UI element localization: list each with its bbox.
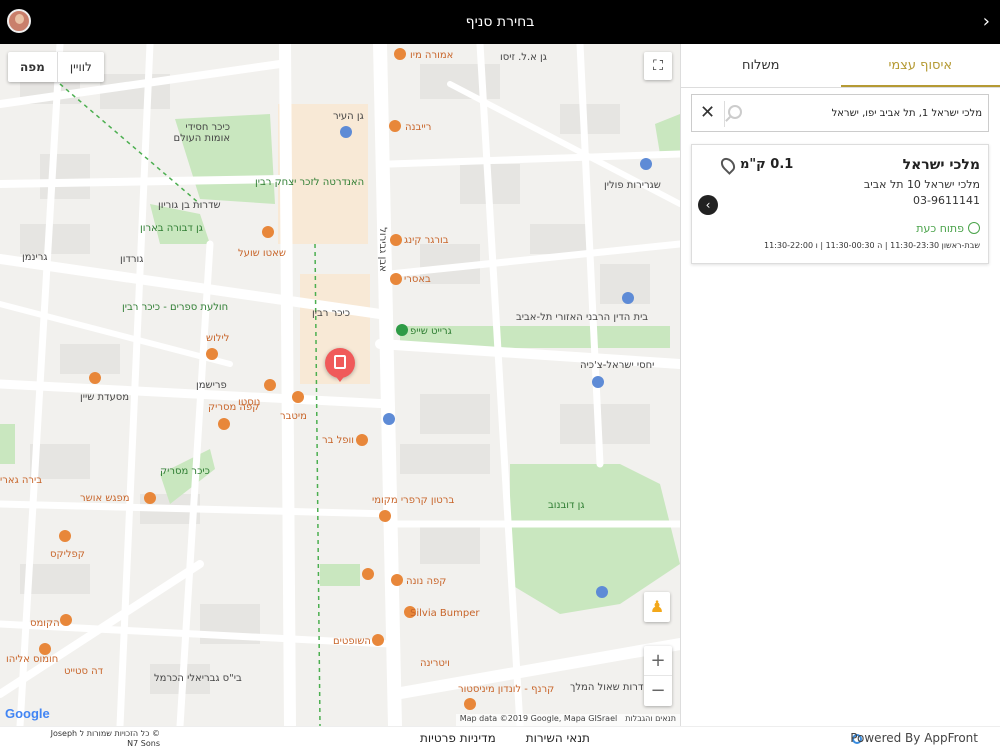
map-label: גן א.ל. זיסו xyxy=(500,52,547,63)
map-attribution: Map data ©2019 Google, Mapa GISrael תנאי… xyxy=(455,714,680,726)
map-data-text: Map data ©2019 Google, Mapa GISrael xyxy=(459,714,618,723)
footer-links: מדיניות פרטיות תנאי השירות xyxy=(420,731,590,745)
map-label: ויטרינה xyxy=(420,658,450,669)
terms-link[interactable]: תנאי השירות xyxy=(526,731,590,745)
map-terms-link[interactable]: תנאים והגבלות xyxy=(625,714,676,726)
map-label: גן דבורה בארון xyxy=(140,223,203,234)
map-type-control: מפה לוויין xyxy=(8,52,104,82)
privacy-link[interactable]: מדיניות פרטיות xyxy=(420,731,496,745)
map-label: אמורה מיו xyxy=(410,50,454,61)
google-logo: Google xyxy=(5,706,50,721)
map-label: גורדון xyxy=(120,254,144,265)
branch-phone[interactable]: 03-9611141 xyxy=(913,194,980,207)
search-icon xyxy=(728,105,742,119)
map-label: שדרות בן גוריון xyxy=(158,200,221,211)
chevron-left-icon[interactable]: ‹ xyxy=(698,195,718,215)
map-label: חומוס אליהו xyxy=(6,654,59,665)
map-label: Silvia Bumper xyxy=(410,608,480,619)
map-label: וופל בר xyxy=(322,435,354,446)
map-label: שאטו שועל xyxy=(238,248,286,259)
branch-address: מלכי ישראל 10 תל אביב xyxy=(863,178,980,191)
top-bar: בחירת סניף › xyxy=(0,0,1000,44)
map-label: שגרירות פולין xyxy=(604,180,661,191)
map-label: האנדרטה לזכר יצחק רבין xyxy=(255,177,365,188)
branch-name: מלכי ישראל xyxy=(902,157,980,173)
map-label: גן דובנוב xyxy=(548,500,585,511)
map-label: כיכר חסידי אומות העולם xyxy=(173,122,230,144)
map-label: כיכר מסריק xyxy=(160,466,210,477)
delivery-tabs: משלוח איסוף עצמי xyxy=(681,44,1000,88)
opening-hours: שבת-ראשון 11:30-23:30 | ה 11:30-00:30 | … xyxy=(764,241,980,250)
map-label: לילוש xyxy=(206,333,230,344)
map-label: אבן גבירול xyxy=(376,227,388,272)
map-label: יחסי ישראל-צ'כיה xyxy=(580,360,655,371)
map-type-map[interactable]: מפה xyxy=(8,52,58,82)
powered-by[interactable]: Powered By AppFront xyxy=(850,731,978,745)
branch-distance: 0.1 ק"מ xyxy=(740,157,794,172)
clear-icon[interactable]: ✕ xyxy=(700,102,715,124)
map-type-satellite[interactable]: לוויין xyxy=(58,52,104,82)
map-label: השופטים xyxy=(333,636,371,647)
map-label: קפליקס xyxy=(50,549,85,560)
map-label: שדרות שאול המלך xyxy=(570,682,651,693)
map-label: קפה נונה xyxy=(406,576,447,587)
back-chevron-icon[interactable]: › xyxy=(983,0,990,44)
address-search: ✕ xyxy=(691,94,989,132)
search-input[interactable] xyxy=(752,101,982,125)
map-canvas xyxy=(0,44,680,726)
map-label: בי"ס גבריאלי הכרמל xyxy=(154,673,242,684)
map-label: בית הדין הרבני האזורי תל-אביב xyxy=(516,312,649,323)
page-title: בחירת סניף xyxy=(465,14,535,30)
zoom-in-button[interactable]: + xyxy=(644,646,672,676)
map-label: גרינמן xyxy=(22,252,48,263)
tab-delivery[interactable]: משלוח xyxy=(681,44,841,87)
clock-icon xyxy=(968,222,980,234)
copyright: © כל הזכויות שמורות ל Joseph N7 Sons xyxy=(50,729,160,748)
map-label: חולעת ספרים - כיכר רבין xyxy=(122,302,229,313)
map-label: פרישמן xyxy=(196,380,227,391)
zoom-out-button[interactable]: − xyxy=(644,676,672,706)
map-label: באסרי xyxy=(404,274,431,285)
open-status: פתוח כעת xyxy=(916,222,964,235)
map-label: קפה מסריק xyxy=(208,402,260,413)
footer: © כל הזכויות שמורות ל Joseph N7 Sons מדי… xyxy=(0,726,1000,750)
map-label: כיכר רבין xyxy=(312,308,351,319)
map-label: בורגר קינג xyxy=(404,235,449,246)
map-label: מפגש אושר xyxy=(80,493,130,504)
branch-panel: משלוח איסוף עצמי ✕ מלכי ישראל 0.1 ק"מ מל… xyxy=(680,44,1000,726)
map-label: גן העיר xyxy=(333,111,364,122)
zoom-control: + − xyxy=(644,646,672,706)
map-label: רייבנה xyxy=(405,122,432,133)
map-label: ברטון קרפרי מקומי xyxy=(372,495,455,506)
map-label: דה סטייט xyxy=(64,666,104,677)
fullscreen-icon[interactable]: ⛶ xyxy=(644,52,672,80)
map-label: הקומס xyxy=(30,618,60,629)
branch-marker-icon[interactable] xyxy=(325,348,355,382)
map-label: מיטבר xyxy=(280,411,307,422)
divider xyxy=(724,101,725,127)
map[interactable]: גן א.ל. זיסו אמורה מיו גן העיר רייבנה כי… xyxy=(0,44,680,726)
map-label: מסעדת שיין xyxy=(80,392,130,403)
location-pin-icon xyxy=(718,155,738,175)
map-label: קרנף - לונדון מיניסטור xyxy=(458,684,555,695)
map-label: גרייט שייפ xyxy=(410,326,452,337)
street-view-pegman-icon[interactable]: ♟ xyxy=(644,592,670,622)
branch-card[interactable]: מלכי ישראל 0.1 ק"מ מלכי ישראל 10 תל אביב… xyxy=(691,144,989,264)
tab-pickup[interactable]: איסוף עצמי xyxy=(840,44,1000,87)
map-label: בירה גארי xyxy=(0,475,43,486)
